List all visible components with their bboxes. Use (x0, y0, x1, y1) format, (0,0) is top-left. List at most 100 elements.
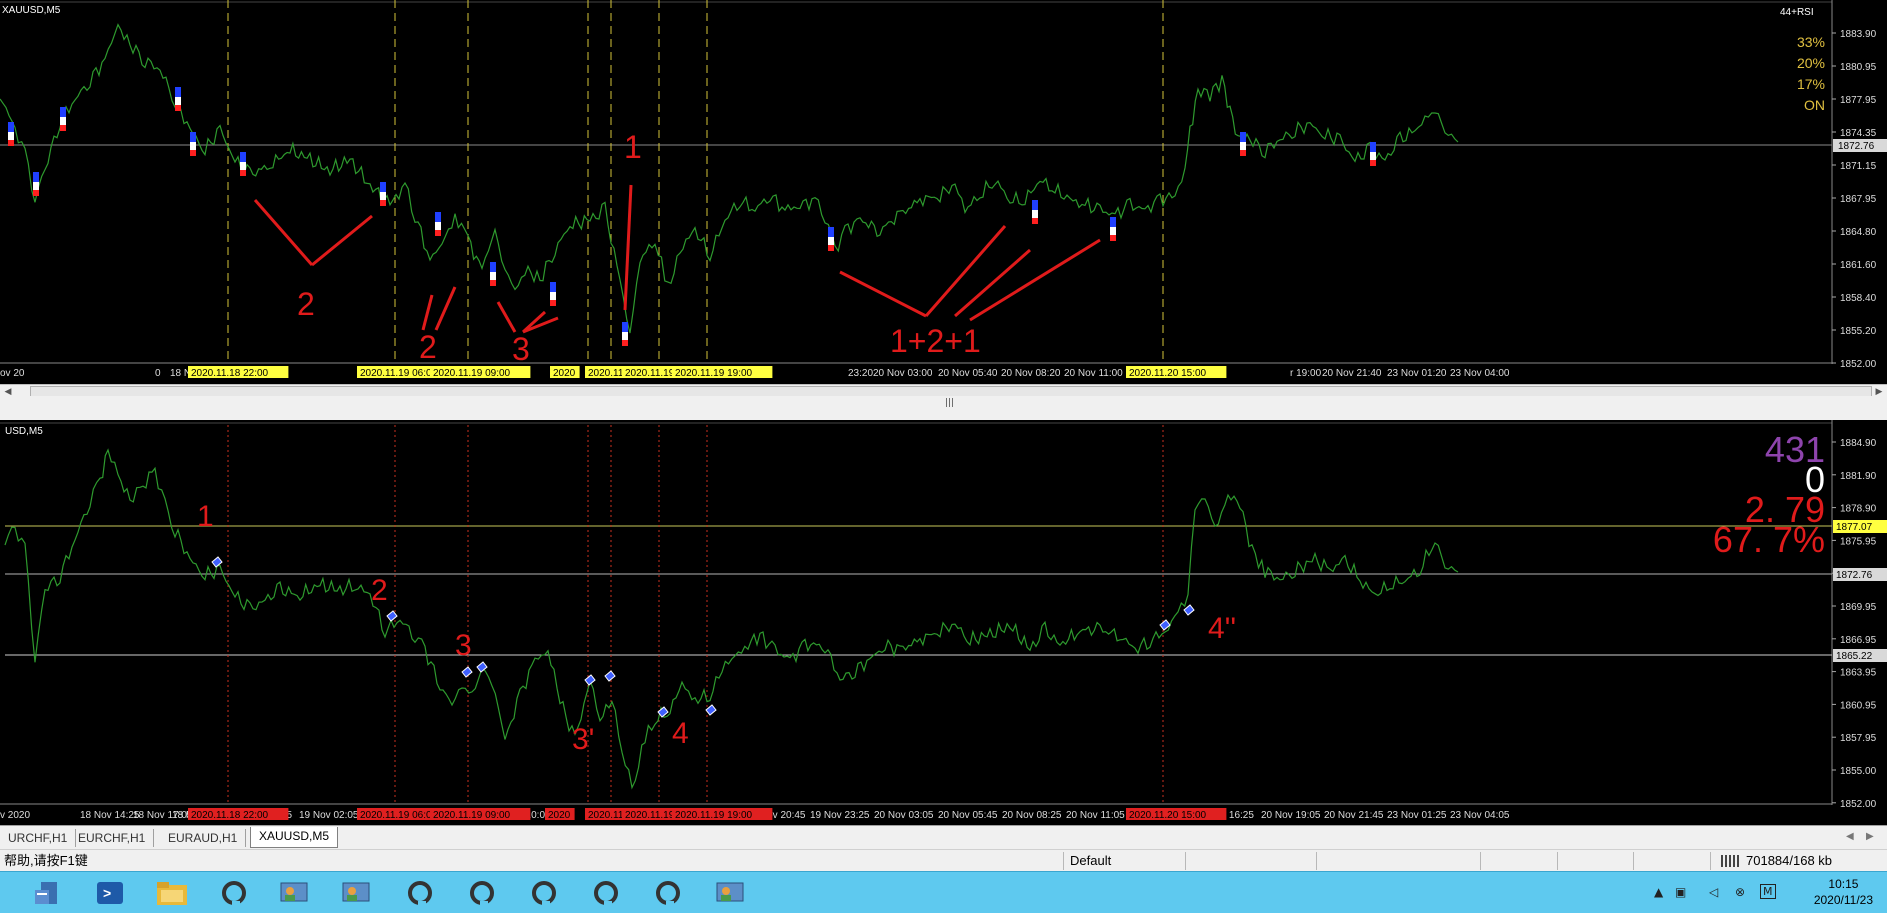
price-tick-label: 1855.00 (1840, 766, 1877, 777)
annotation-label: 4 (672, 717, 689, 750)
annotation-arrow (969, 238, 1101, 322)
annotation-arrow (496, 301, 517, 333)
top-chart-window[interactable]: 2 2 3 1 1+2+1 XAUUSD,M5 44+RSI 33% 20% 17%… (0, 0, 1887, 384)
remote-desktop-icon[interactable] (330, 874, 382, 911)
annotation-label: 2 (371, 574, 388, 607)
window-splitter[interactable]: ||| (0, 396, 1887, 420)
trade-marker (550, 282, 556, 292)
annotation-label: 3 (512, 331, 530, 367)
price-tick-label: 1866.95 (1840, 635, 1877, 646)
server-manager-icon[interactable] (22, 874, 74, 911)
tabs-next-icon[interactable]: ▶ (1866, 831, 1874, 842)
time-tick-label: 23 Nov 04:05 (1450, 810, 1510, 821)
tab-euraud-h1[interactable]: EURAUD,H1 (160, 829, 247, 847)
annotation-arrow (434, 286, 457, 331)
time-tick-label: 20 Nov 08:20 (1001, 368, 1061, 379)
level-label: 1877.07 (1836, 522, 1873, 533)
time-tick-label: 20 Nov 03:05 (874, 810, 934, 821)
volume-icon[interactable]: ◁ (1709, 885, 1718, 899)
file-explorer-icon[interactable] (146, 874, 198, 911)
trade-marker (828, 237, 834, 245)
price-tick-label: 1871.15 (1840, 161, 1877, 172)
time-tick-label: 20 Nov 21:40 (1322, 368, 1382, 379)
trade-marker (1110, 227, 1116, 235)
input-method-icon[interactable]: M (1760, 884, 1776, 899)
tab-xauusd-m5[interactable]: XAUUSD,M5 (250, 827, 339, 848)
annotation-label: 1+2+1 (890, 323, 981, 359)
metatrader-icon[interactable] (208, 874, 260, 911)
trade-marker (1370, 160, 1376, 166)
price-tick-label: 1874.35 (1840, 128, 1877, 139)
time-tick-label: 23 Nov 01:25 (1387, 810, 1447, 821)
time-tick-label: 20 Nov 05:45 (938, 810, 998, 821)
metatrader-icon[interactable] (456, 874, 508, 911)
trade-marker (1032, 218, 1038, 224)
trade-marker (604, 670, 616, 682)
trade-marker (1370, 152, 1376, 160)
price-tick-label: 1877.95 (1840, 95, 1877, 106)
trade-marker (1032, 200, 1038, 210)
annotation-label: 3' (572, 723, 594, 756)
tab-urchf-h1[interactable]: URCHF,H1 (0, 829, 77, 847)
price-tick-label: 1875.95 (1840, 536, 1877, 547)
price-tick-label: 1881.90 (1840, 471, 1877, 482)
tray-expand-icon[interactable]: ▲ (1654, 885, 1663, 899)
trade-marker (33, 172, 39, 182)
taskbar-clock[interactable]: 10:15 2020/11/23 (1814, 876, 1873, 908)
time-highlight-label: 2020.11.19 09:00 (433, 368, 511, 379)
time-highlight-label: 2020.11.18 22:00 (191, 368, 269, 379)
annotation-arrow (623, 184, 633, 311)
annotation-label: 1 (197, 500, 214, 533)
trade-marker (1110, 217, 1116, 227)
trade-marker (622, 340, 628, 346)
close-circle-icon[interactable]: ⊗ (1735, 885, 1745, 899)
trade-marker (435, 212, 441, 222)
time-tick-label: v 2020 (0, 810, 30, 821)
status-bar: 帮助,请按F1键 Default 701884/168 kb (0, 849, 1887, 872)
trade-marker (1240, 150, 1246, 156)
time-highlight-label: 2020.11.20 15:00 (1129, 810, 1207, 821)
price-tick-label: 1863.95 (1840, 668, 1877, 679)
tabs-prev-icon[interactable]: ◀ (1846, 831, 1854, 842)
current-price-label: 1872.76 (1838, 141, 1875, 152)
trade-marker (240, 162, 246, 170)
price-tick-label: 1869.95 (1840, 602, 1877, 613)
percentage-label: 17% (1797, 76, 1825, 92)
tab-eurchf-h1[interactable]: EURCHF,H1 (70, 829, 155, 847)
time-tick-label: 20 Nov 08:25 (1002, 810, 1062, 821)
trade-marker (435, 222, 441, 230)
annotation-label: 2 (297, 286, 315, 322)
metatrader-icon[interactable] (642, 874, 694, 911)
annotation-label: 2 (419, 329, 437, 365)
time-highlight-label: 2020.11.19 19:00 (675, 810, 753, 821)
time-highlight-label: 2020 (553, 368, 576, 379)
powershell-icon[interactable]: > (84, 874, 136, 911)
remote-desktop-icon[interactable] (704, 874, 756, 911)
trade-marker (490, 262, 496, 272)
top-price-chart[interactable]: 2 2 3 1 1+2+1 XAUUSD,M5 44+RSI 33% 20% 17%… (0, 0, 1887, 384)
time-tick-label: 20 Nov 05:40 (938, 368, 998, 379)
top-price-line (0, 23, 1459, 334)
bottom-chart-window[interactable]: 1 2 3 3' 4 4'' USD,M5 431 0 2. 79 67. 7%… (0, 420, 1887, 825)
trade-marker (175, 97, 181, 105)
bottom-price-chart[interactable]: 1 2 3 3' 4 4'' USD,M5 431 0 2. 79 67. 7%… (0, 420, 1887, 825)
trade-marker (190, 142, 196, 150)
annotation-arrow (253, 199, 314, 266)
metatrader-icon[interactable] (580, 874, 632, 911)
trade-marker (175, 105, 181, 111)
time-tick-label: 18 N (170, 368, 191, 379)
network-icon[interactable]: ▣ (1675, 885, 1686, 899)
time-highlight-label: 2020.11.19 (625, 368, 675, 379)
time-tick-label: 23 Nov 01:20 (1387, 368, 1447, 379)
metatrader-icon[interactable] (394, 874, 446, 911)
level-label: 1865.22 (1836, 651, 1873, 662)
trade-marker (828, 245, 834, 251)
trade-marker (190, 132, 196, 142)
time-tick-label: ov 20 (0, 368, 25, 379)
trade-marker (622, 322, 628, 332)
profile-name[interactable]: Default (1070, 853, 1111, 869)
metatrader-icon[interactable] (518, 874, 570, 911)
chart-tabs-bar: URCHF,H1 EURCHF,H1 EURAUD,H1 XAUUSD,M5 ◀… (0, 825, 1887, 850)
remote-desktop-icon[interactable] (268, 874, 320, 911)
time-tick-label: 19 Nov 02:05 (299, 810, 359, 821)
